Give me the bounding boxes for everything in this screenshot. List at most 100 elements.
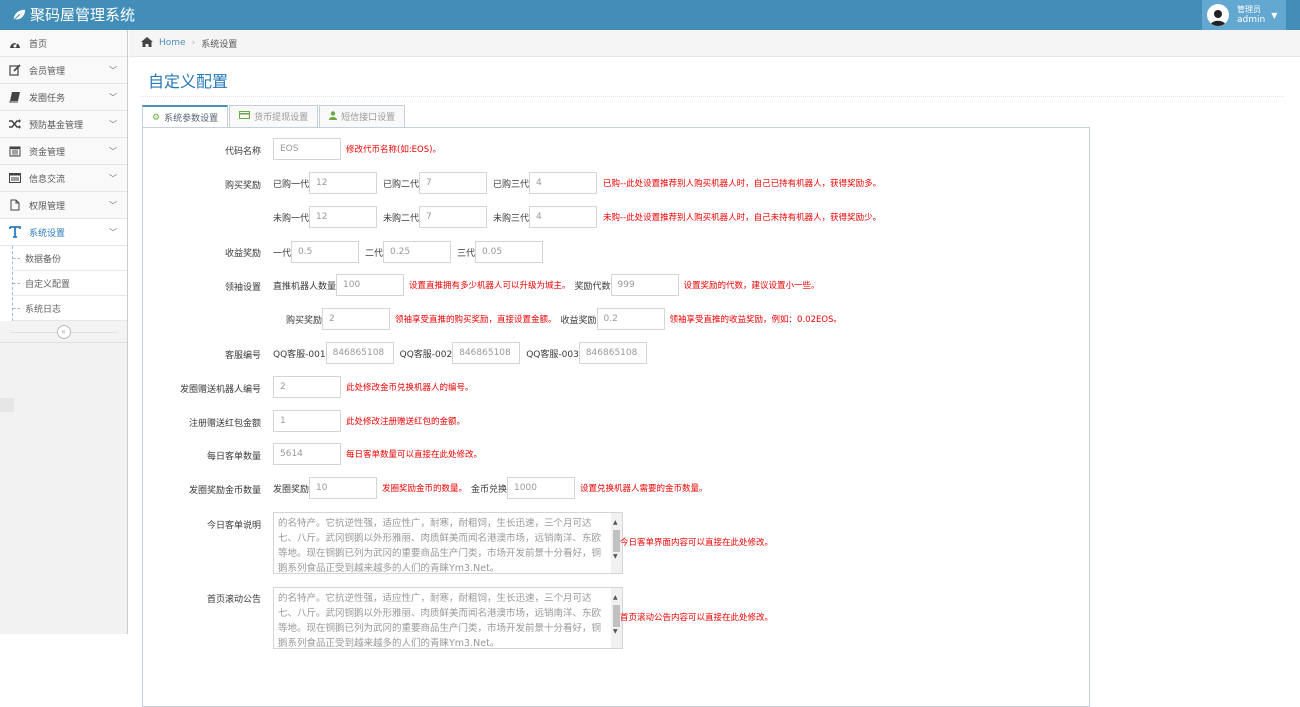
unbought-gen1-input[interactable]: 12	[309, 206, 378, 228]
submenu: 数据备份 自定义配置 系统日志	[12, 246, 127, 321]
sidebar-item-finance[interactable]: 资金管理 ﹀	[0, 138, 127, 165]
income-gen3-input[interactable]: 0.05	[475, 241, 544, 263]
chevron-down-icon: ﹀	[109, 120, 117, 129]
label-code-name: 代码名称	[224, 147, 261, 157]
chevron-up-icon: ﹀	[109, 228, 117, 237]
label-buy-reward: 购买奖励	[224, 181, 261, 191]
sidebar-item-label: 信息交流	[29, 174, 66, 185]
caret-down-icon: ▼	[1271, 10, 1278, 20]
notice-hint: 首页滚动公告内容可以直接在此处修改。	[620, 613, 774, 623]
circle-reward-input[interactable]: 10	[309, 477, 378, 499]
service-003-input[interactable]: 846865108	[578, 342, 647, 364]
breadcrumb: Home › 系统设置	[129, 30, 1300, 57]
sidebar-item-label: 系统设置	[29, 228, 66, 239]
sidebar-item-circle-tasks[interactable]: 发圈任务 ﹀	[0, 84, 127, 111]
calendar-icon	[9, 145, 21, 157]
income-gen1-input[interactable]: 0.5	[291, 241, 360, 263]
brand[interactable]: 聚码屋管理系统	[12, 4, 135, 25]
leader-direct-input[interactable]: 100	[336, 274, 405, 296]
code-name-hint: 修改代币名称(如:EOS)。	[346, 145, 441, 155]
label-daily-orders: 每日客单数量	[206, 452, 261, 462]
tab-system-params[interactable]: ⚙ 系统参数设置	[142, 105, 229, 128]
home-icon	[141, 36, 153, 50]
gift-robot-input[interactable]: 2	[273, 376, 341, 398]
coin-exchange-input[interactable]: 1000	[507, 477, 576, 499]
avatar	[1207, 4, 1229, 26]
breadcrumb-current: 系统设置	[201, 39, 238, 50]
sidebar-item-fund[interactable]: 预防基金管理 ﹀	[0, 111, 127, 138]
sidebar-item-label: 预防基金管理	[29, 120, 84, 131]
file-icon	[9, 199, 21, 211]
income-gen2-input[interactable]: 0.25	[383, 241, 452, 263]
breadcrumb-home-link[interactable]: Home	[159, 38, 186, 48]
top-navbar: 聚码屋管理系统 管理员 admin ▼	[0, 0, 1300, 30]
tab-sms-settings[interactable]: 短信接口设置	[319, 105, 406, 127]
notice-textarea[interactable]: 的名特产。它抗逆性强，适应性广，耐寒，耐粗饲，生长迅速，三个月可达七、八斤。武冈…	[273, 587, 623, 649]
submenu-item-custom-config[interactable]: 自定义配置	[13, 271, 127, 296]
app-title: 聚码屋管理系统	[30, 6, 136, 24]
text-width-icon	[9, 226, 21, 238]
unbought-gen3-input[interactable]: 4	[529, 206, 598, 228]
user-role: 管理员	[1237, 5, 1261, 14]
sidebar-collapse: «	[0, 321, 127, 343]
random-icon	[9, 118, 21, 130]
unbought-hint: 未购--此处设置推荐别人购买机器人时，自己未持有机器人，获得奖励少。	[603, 213, 882, 223]
label-leader: 领袖设置	[224, 283, 261, 293]
sidebar-item-label: 资金管理	[29, 147, 66, 158]
label-daily-desc: 今日客单说明	[206, 521, 261, 531]
daily-desc-hint: 今日客单界面内容可以直接在此处修改。	[620, 538, 774, 548]
leader-buy-input[interactable]: 2	[322, 308, 391, 330]
page-title: 自定义配置	[148, 72, 229, 91]
leaf-icon	[13, 9, 26, 21]
label-income-reward: 收益奖励	[224, 249, 261, 259]
title-divider	[141, 96, 1284, 97]
edit-icon	[9, 64, 21, 76]
bought-gen1-input[interactable]: 12	[309, 172, 378, 194]
submenu-item-backup[interactable]: 数据备份	[13, 246, 127, 271]
sidebar-item-home[interactable]: 首页	[0, 30, 127, 57]
bought-gen3-input[interactable]: 4	[529, 172, 598, 194]
service-002-input[interactable]: 846865108	[452, 342, 521, 364]
label-reg-bonus: 注册赠送红包金额	[188, 419, 261, 429]
user-menu[interactable]: 管理员 admin ▼	[1202, 0, 1286, 30]
sidebar-item-label: 发圈任务	[29, 93, 66, 104]
tab-panel: 代码名称 EOS 修改代币名称(如:EOS)。 购买奖励 已购一代 12 已购二…	[142, 127, 1090, 707]
label-gift-robot: 发圈赠送机器人编号	[179, 385, 261, 395]
reg-bonus-input[interactable]: 1	[273, 410, 341, 432]
chevron-down-icon: ﹀	[109, 93, 117, 102]
leader-generations-input[interactable]: 999	[610, 274, 679, 296]
chevron-down-icon: ﹀	[109, 201, 117, 210]
sidebar-item-label: 首页	[29, 39, 48, 50]
double-left-icon[interactable]: «	[56, 324, 71, 339]
service-001-input[interactable]: 846865108	[325, 342, 394, 364]
dashboard-icon	[9, 37, 21, 49]
sidebar-item-messages[interactable]: 信息交流 ﹀	[0, 165, 127, 192]
leader-income-input[interactable]: 0.2	[596, 308, 665, 330]
label-notice: 首页滚动公告	[206, 595, 261, 605]
sidebar-handle[interactable]	[0, 398, 14, 412]
sidebar-item-label: 权限管理	[29, 201, 66, 212]
chevron-down-icon: ﹀	[109, 174, 117, 183]
bought-hint: 已购--此处设置推荐别人购买机器人时，自己已持有机器人，获得奖励多。	[603, 179, 882, 189]
daily-orders-input[interactable]: 5614	[273, 443, 341, 465]
bought-gen2-input[interactable]: 7	[419, 172, 488, 194]
sidebar-item-permissions[interactable]: 权限管理 ﹀	[0, 192, 127, 219]
label-service: 客服编号	[224, 351, 261, 361]
sidebar: 首页 会员管理 ﹀ 发圈任务 ﹀ 预防基金管理 ﹀ 资金管理 ﹀ 信息交流 ﹀	[0, 30, 128, 634]
unbought-gen2-input[interactable]: 7	[419, 206, 488, 228]
daily-desc-textarea[interactable]: 的名特产。它抗逆性强，适应性广，耐寒，耐粗饲，生长迅速，三个月可达七、八斤。武冈…	[273, 512, 623, 574]
breadcrumb-separator: ›	[191, 38, 196, 48]
cogs-icon: ⚙	[152, 112, 161, 123]
sidebar-item-label: 会员管理	[29, 66, 66, 77]
user-name: admin	[1237, 15, 1266, 25]
code-name-input[interactable]: EOS	[273, 138, 341, 160]
list-alt-icon	[9, 172, 21, 184]
submenu-item-system-log[interactable]: 系统日志	[13, 296, 127, 321]
book-icon	[9, 91, 21, 103]
user-icon	[329, 110, 338, 123]
sidebar-item-system-settings[interactable]: 系统设置 ﹀	[0, 219, 127, 246]
chevron-down-icon: ﹀	[109, 66, 117, 75]
tab-bar: ⚙ 系统参数设置 货币提现设置 短信接口设置	[142, 105, 406, 128]
tab-withdraw-settings[interactable]: 货币提现设置	[229, 105, 319, 127]
sidebar-item-members[interactable]: 会员管理 ﹀	[0, 57, 127, 84]
